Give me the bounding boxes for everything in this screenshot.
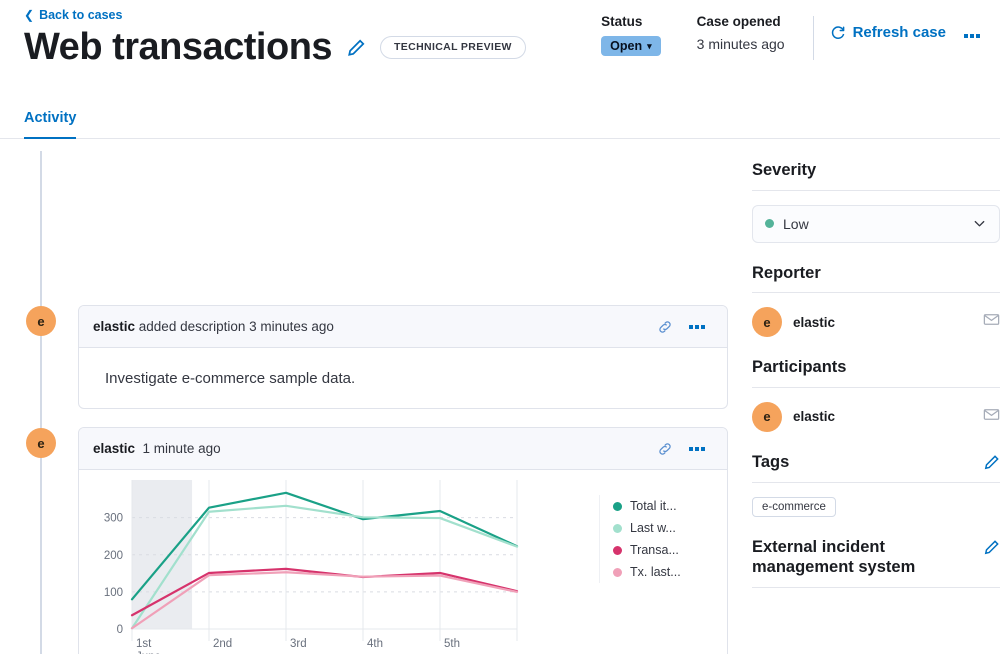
- comment-author-line: elastic added description 3 minutes ago: [93, 319, 334, 334]
- page-title: Web transactions: [24, 26, 332, 70]
- svg-text:5th: 5th: [444, 638, 460, 650]
- list-item: e elastic: [752, 307, 1000, 337]
- description-body: Investigate e-commerce sample data.: [79, 348, 727, 409]
- legend-label: Last w...: [630, 521, 676, 535]
- legend-label: Total it...: [630, 499, 677, 513]
- edit-title-pencil-icon[interactable]: [346, 38, 366, 58]
- divider: [752, 387, 1000, 388]
- svg-text:100: 100: [104, 587, 123, 599]
- svg-text:3rd: 3rd: [290, 638, 307, 650]
- tags-title: Tags: [752, 452, 789, 473]
- severity-value: Low: [783, 216, 963, 232]
- email-icon[interactable]: [983, 406, 1000, 428]
- comment-header: elastic added description 3 minutes ago: [79, 306, 727, 348]
- ellipsis-icon: [689, 325, 705, 329]
- divider: [752, 587, 1000, 588]
- comment-more-actions-button[interactable]: [681, 443, 713, 455]
- external-system-title: External incident management system: [752, 537, 975, 578]
- comment-header: elastic 1 minute ago: [79, 428, 727, 470]
- legend-item[interactable]: Transa...: [613, 539, 681, 561]
- legend-color-dot: [613, 524, 622, 533]
- activity-timeline-line: [40, 151, 42, 654]
- chevron-down-icon: ▾: [647, 41, 652, 52]
- chart-legend: Total it... Last w... Transa... Tx. last...: [599, 495, 681, 583]
- edit-external-system-pencil-icon[interactable]: [983, 537, 1000, 556]
- ellipsis-icon: [689, 447, 705, 451]
- legend-color-dot: [613, 568, 622, 577]
- avatar: e: [26, 306, 56, 336]
- svg-text:4th: 4th: [367, 638, 383, 650]
- reporter-section: Reporter e elastic: [752, 263, 1000, 338]
- legend-color-dot: [613, 502, 622, 511]
- comment-author-line: elastic 1 minute ago: [93, 441, 221, 456]
- tags-section: Tags e-commerce: [752, 452, 1000, 517]
- participants-section: Participants e elastic: [752, 357, 1000, 432]
- legend-item[interactable]: Tx. last...: [613, 561, 681, 583]
- technical-preview-badge: TECHNICAL PREVIEW: [380, 36, 526, 59]
- divider: [752, 190, 1000, 191]
- status-block: Status Open ▾: [583, 14, 678, 56]
- status-value: Open: [610, 39, 642, 53]
- legend-item[interactable]: Last w...: [613, 517, 681, 539]
- comment-author: elastic: [93, 319, 135, 334]
- visualization-body: 01002003001stJune20222nd3rd4th5th Total …: [79, 470, 727, 654]
- tag-chip[interactable]: e-commerce: [752, 497, 836, 517]
- user-name: elastic: [793, 315, 972, 330]
- avatar: e: [752, 307, 782, 337]
- list-item: e elastic: [752, 402, 1000, 432]
- external-system-section: External incident management system: [752, 537, 1000, 588]
- edit-tags-pencil-icon[interactable]: [983, 452, 1000, 471]
- comment-action: added description 3 minutes ago: [135, 319, 334, 334]
- severity-section: Severity Low: [752, 160, 1000, 243]
- line-chart: 01002003001stJune20222nd3rd4th5th Total …: [79, 470, 727, 654]
- comment-more-actions-button[interactable]: [681, 321, 713, 333]
- severity-title: Severity: [752, 160, 1000, 181]
- svg-text:1st: 1st: [136, 638, 152, 650]
- reporter-title: Reporter: [752, 263, 1000, 284]
- email-icon[interactable]: [983, 311, 1000, 333]
- chevron-down-icon: [972, 216, 987, 231]
- avatar: e: [752, 402, 782, 432]
- participants-title: Participants: [752, 357, 1000, 378]
- severity-select[interactable]: Low: [752, 205, 1000, 243]
- back-to-cases-link[interactable]: ❮ Back to cases: [24, 8, 122, 22]
- svg-text:2nd: 2nd: [213, 638, 232, 650]
- legend-color-dot: [613, 546, 622, 555]
- comment-timestamp: 1 minute ago: [143, 441, 221, 456]
- case-sidebar: Severity Low Reporter e elastic: [752, 0, 1000, 654]
- copy-link-icon[interactable]: [649, 315, 681, 339]
- tab-activity[interactable]: Activity: [24, 100, 76, 139]
- copy-link-icon[interactable]: [649, 437, 681, 461]
- title-row: Web transactions TECHNICAL PREVIEW: [24, 26, 526, 70]
- user-name: elastic: [793, 409, 972, 424]
- svg-text:200: 200: [104, 550, 123, 562]
- svg-text:0: 0: [117, 624, 123, 636]
- back-to-cases-label: Back to cases: [39, 8, 122, 22]
- legend-label: Transa...: [630, 543, 679, 557]
- legend-label: Tx. last...: [630, 565, 681, 579]
- comment-author: elastic: [93, 441, 135, 456]
- divider: [752, 482, 1000, 483]
- status-label: Status: [601, 14, 660, 29]
- status-dropdown[interactable]: Open ▾: [601, 36, 660, 56]
- svg-text:300: 300: [104, 513, 123, 525]
- legend-item[interactable]: Total it...: [613, 495, 681, 517]
- avatar: e: [26, 428, 56, 458]
- visualization-comment-card: elastic 1 minute ago 01002003001stJune20…: [78, 427, 728, 654]
- divider: [752, 292, 1000, 293]
- chevron-left-icon: ❮: [24, 9, 34, 21]
- case-detail-page: ❮ Back to cases Web transactions TECHNIC…: [0, 0, 1000, 654]
- description-comment-card: elastic added description 3 minutes ago …: [78, 305, 728, 409]
- severity-color-dot: [765, 219, 774, 228]
